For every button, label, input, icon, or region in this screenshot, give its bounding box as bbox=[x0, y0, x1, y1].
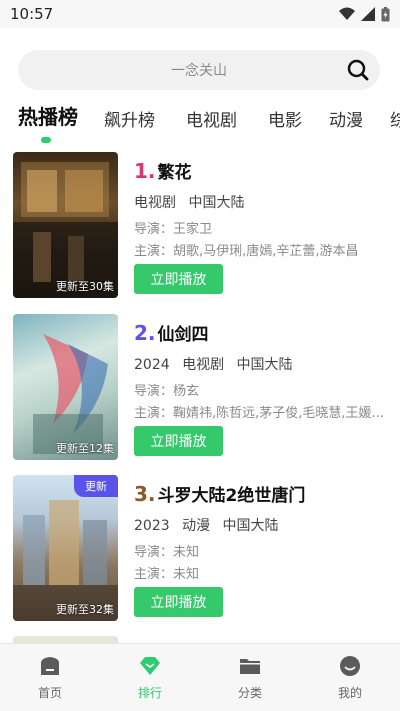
item-category: 动漫 bbox=[182, 518, 211, 534]
tab-anime[interactable]: 动漫 bbox=[329, 106, 363, 131]
poster-image[interactable]: 更新至30集 bbox=[13, 152, 118, 298]
item-meta: 2023 动漫 中国大陆 bbox=[134, 515, 287, 535]
item-director: 导演：王家卫 bbox=[134, 222, 213, 237]
tab-rising[interactable]: 飙升榜 bbox=[104, 106, 155, 131]
home-icon bbox=[41, 657, 59, 675]
nav-rank[interactable]: 排行 bbox=[100, 644, 200, 711]
item-director: 导演：未知 bbox=[134, 545, 200, 560]
list-item[interactable]: 更新至12集 2. 仙剑四 2024 电视剧 中国大陆 导演：杨玄 主演：鞠婧祎… bbox=[13, 314, 393, 460]
poster-image[interactable]: 更新 更新至32集 bbox=[13, 475, 118, 621]
profile-icon bbox=[340, 656, 360, 676]
tab-hot[interactable]: 热播榜 bbox=[18, 103, 78, 130]
signal-icon bbox=[361, 7, 375, 21]
play-button[interactable]: 立即播放 bbox=[134, 264, 223, 294]
rank-number: 3. bbox=[134, 482, 156, 506]
status-icons bbox=[339, 6, 390, 22]
item-info: 2. 仙剑四 2024 电视剧 中国大陆 导演：杨玄 主演：鞠婧祎,陈哲远,茅子… bbox=[134, 314, 393, 460]
item-region: 中国大陆 bbox=[236, 357, 293, 373]
play-button[interactable]: 立即播放 bbox=[134, 587, 223, 617]
poster-artwork bbox=[13, 162, 118, 298]
play-button[interactable]: 立即播放 bbox=[134, 426, 223, 456]
item-meta: 2024 电视剧 中国大陆 bbox=[134, 354, 301, 374]
tab-tv[interactable]: 电视剧 bbox=[186, 106, 237, 131]
folder-icon bbox=[240, 659, 260, 674]
item-category: 电视剧 bbox=[182, 357, 225, 373]
item-region: 中国大陆 bbox=[188, 195, 245, 211]
item-director: 导演：杨玄 bbox=[134, 384, 200, 399]
rank-number: 2. bbox=[134, 321, 156, 345]
item-year: 2024 bbox=[134, 357, 170, 373]
nav-rank-label: 排行 bbox=[137, 686, 162, 700]
item-title[interactable]: 斗罗大陆2绝世唐门 bbox=[158, 481, 306, 506]
tab-movie[interactable]: 电影 bbox=[268, 106, 302, 131]
search-icon[interactable] bbox=[346, 58, 370, 82]
item-year: 2023 bbox=[134, 518, 170, 534]
poster-caption: 更新至12集 bbox=[56, 442, 114, 455]
wifi-icon bbox=[339, 7, 355, 20]
nav-home-label: 首页 bbox=[37, 686, 62, 700]
item-meta: 电视剧 中国大陆 bbox=[134, 192, 252, 212]
item-info: 3. 斗罗大陆2绝世唐门 2023 动漫 中国大陆 导演：未知 主演：未知 立即… bbox=[134, 475, 393, 621]
category-tabs: 热播榜 飙升榜 电视剧 电影 动漫 综 bbox=[0, 103, 400, 147]
nav-home[interactable]: 首页 bbox=[0, 644, 100, 711]
status-time: 10:57 bbox=[10, 5, 54, 23]
battery-icon bbox=[381, 6, 390, 21]
poster-caption: 更新至32集 bbox=[56, 603, 114, 616]
rank-number: 1. bbox=[134, 159, 156, 183]
item-title[interactable]: 仙剑四 bbox=[158, 320, 209, 345]
nav-profile[interactable]: 我的 bbox=[300, 644, 400, 711]
nav-profile-label: 我的 bbox=[337, 686, 362, 700]
nav-category-label: 分类 bbox=[237, 686, 262, 700]
item-cast: 主演：鞠婧祎,陈哲远,茅子俊,毛晓慧,王媛... bbox=[134, 406, 384, 421]
poster-image[interactable]: 更新至12集 bbox=[13, 314, 118, 460]
item-cast: 主演：胡歌,马伊琍,唐嫣,辛芷蕾,游本昌 bbox=[134, 244, 359, 259]
list-item[interactable]: 更新至30集 1. 繁花 电视剧 中国大陆 导演：王家卫 主演：胡歌,马伊琍,唐… bbox=[13, 152, 393, 298]
tab-active-indicator bbox=[41, 137, 51, 143]
item-category: 电视剧 bbox=[134, 195, 176, 211]
poster-artwork bbox=[33, 334, 108, 454]
status-bar: 10:57 bbox=[0, 0, 400, 28]
search-placeholder: 一念关山 bbox=[171, 63, 227, 79]
item-region: 中国大陆 bbox=[222, 518, 279, 534]
item-cast: 主演：未知 bbox=[134, 567, 200, 582]
search-bar[interactable]: 一念关山 bbox=[18, 50, 380, 90]
update-badge: 更新 bbox=[74, 475, 118, 497]
item-info: 1. 繁花 电视剧 中国大陆 导演：王家卫 主演：胡歌,马伊琍,唐嫣,辛芷蕾,游… bbox=[134, 152, 393, 298]
list-item[interactable]: 更新 更新至32集 3. 斗罗大陆2绝世唐门 2023 动漫 中国大陆 导演：未… bbox=[13, 475, 393, 621]
item-title[interactable]: 繁花 bbox=[158, 158, 192, 183]
rank-icon bbox=[140, 657, 160, 675]
nav-category[interactable]: 分类 bbox=[200, 644, 300, 711]
tab-variety[interactable]: 综 bbox=[390, 106, 400, 131]
poster-caption: 更新至30集 bbox=[56, 280, 114, 293]
bottom-nav: 首页 排行 分类 我的 bbox=[0, 643, 400, 711]
